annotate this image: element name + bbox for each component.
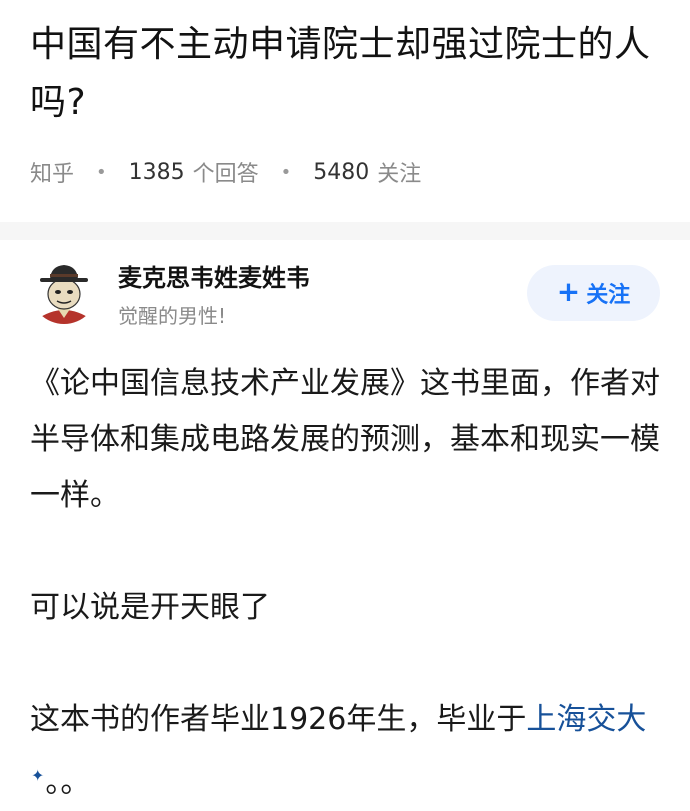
- answer-paragraph: 这本书的作者毕业1926年生，毕业于上海交大 ✦。。: [30, 692, 660, 811]
- question-card: 中国有不主动申请院士却强过院士的人吗? 知乎 • 1385 个回答 • 5480…: [0, 0, 690, 222]
- section-divider: [0, 222, 690, 240]
- followers-count: 5480: [313, 159, 370, 185]
- question-meta: 知乎 • 1385 个回答 • 5480 关注: [30, 156, 421, 188]
- question-title[interactable]: 中国有不主动申请院士却强过院士的人吗?: [30, 16, 670, 132]
- followers-label: 关注: [377, 162, 422, 187]
- avatar[interactable]: [30, 256, 98, 324]
- author-row: 麦克思韦姓麦姓韦 觉醒的男性! + 关注: [0, 240, 690, 340]
- answers-label: 个回答: [192, 162, 259, 187]
- answer-paragraph: 《论中国信息技术产业发展》这书里面，作者对半导体和集成电路发展的预测，基本和现实…: [30, 366, 660, 513]
- follow-label: 关注: [586, 283, 631, 308]
- search-link[interactable]: 上海交大: [526, 702, 646, 737]
- answer-paragraph: 可以说是开天眼了: [30, 590, 270, 625]
- answer-content: 《论中国信息技术产业发展》这书里面，作者对半导体和集成电路发展的预测，基本和现实…: [30, 356, 660, 811]
- source-label[interactable]: 知乎: [30, 156, 74, 188]
- separator-dot: •: [96, 161, 107, 183]
- separator-dot: •: [280, 161, 292, 183]
- answer-text: 这本书的作者毕业1926年生，毕业于: [30, 702, 527, 737]
- author-name[interactable]: 麦克思韦姓麦姓韦: [118, 258, 310, 293]
- answer-tail: 。。: [45, 765, 91, 800]
- author-bio: 觉醒的男性!: [118, 304, 227, 328]
- plus-icon: +: [556, 275, 581, 308]
- answers-count: 1385: [128, 159, 185, 185]
- follow-button[interactable]: + 关注: [527, 265, 660, 321]
- sparkle-icon: ✦: [31, 766, 45, 785]
